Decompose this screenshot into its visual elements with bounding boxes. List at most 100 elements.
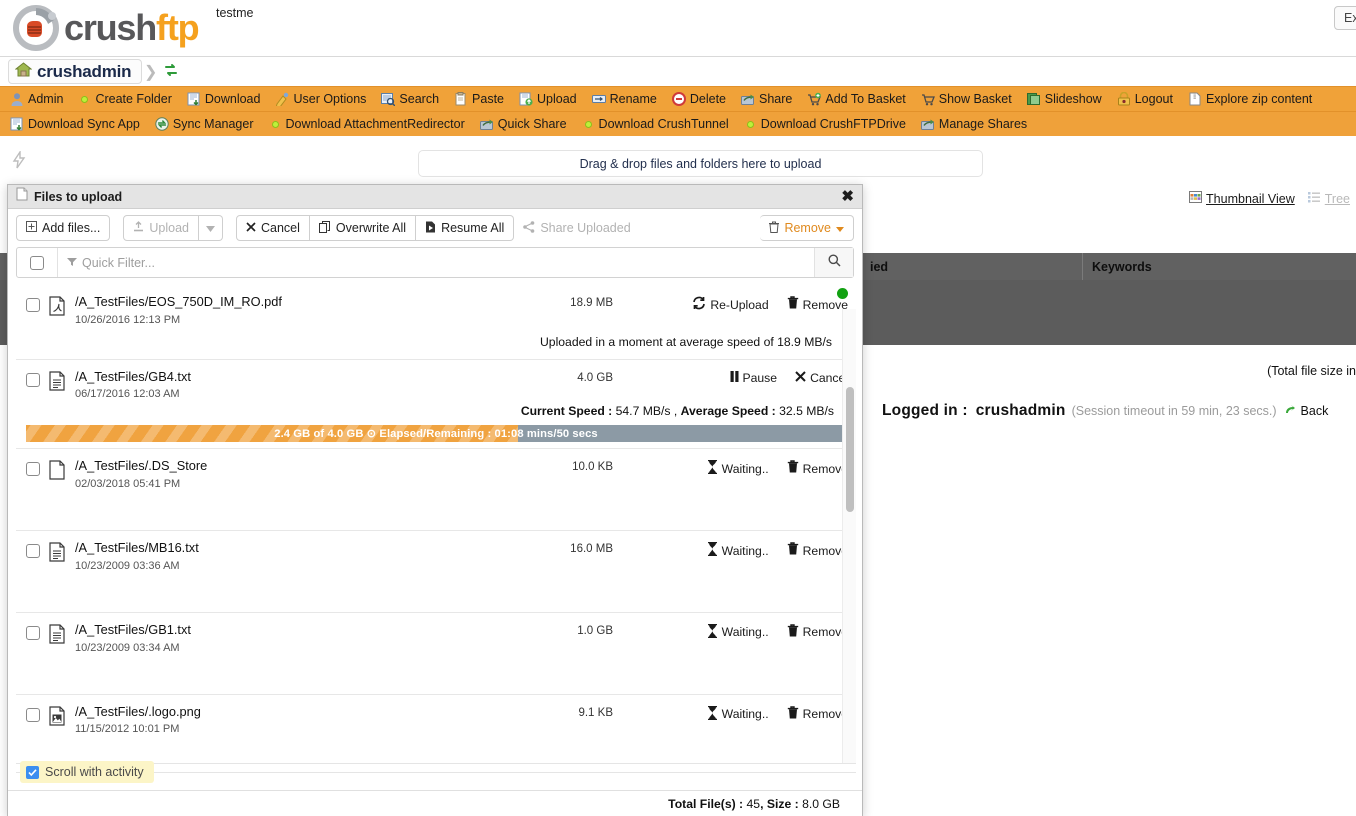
add-files-button[interactable]: Add files... bbox=[16, 215, 111, 241]
row-action-remove[interactable]: Remove bbox=[787, 542, 848, 559]
toolbar-item-quick-share[interactable]: Quick Share bbox=[479, 117, 567, 131]
upload-file-list[interactable]: /A_TestFiles/EOS_750D_IM_RO.pdf 10/26/201… bbox=[16, 285, 856, 764]
toolbar-item-rename[interactable]: Rename bbox=[591, 92, 657, 106]
toolbar-item-share[interactable]: Share bbox=[741, 92, 792, 106]
upload-row[interactable]: /A_TestFiles/MB16.txt 10/23/2009 03:36 AM… bbox=[16, 531, 856, 613]
show-basket-icon bbox=[921, 92, 935, 106]
toolbar-item-download-crushftpdrive[interactable]: Download CrushFTPDrive bbox=[744, 117, 906, 131]
crushftp-wordmark: crushftp bbox=[64, 10, 200, 46]
toolbar-item-label: Paste bbox=[472, 92, 504, 106]
upload-row[interactable]: /A_TestFiles/GB4.txt 06/17/2016 12:03 AM 4… bbox=[16, 359, 856, 450]
list-scrollbar[interactable] bbox=[842, 309, 856, 763]
grid-column-label: Keywords bbox=[1092, 259, 1152, 274]
breadcrumb-home[interactable]: crushadmin bbox=[8, 59, 143, 84]
refresh-icon[interactable] bbox=[163, 62, 179, 83]
toolbar-item-download[interactable]: Download bbox=[187, 92, 260, 106]
view-link-thumbnail-view[interactable]: Thumbnail View bbox=[1189, 191, 1295, 206]
toolbar-item-slideshow[interactable]: Slideshow bbox=[1026, 92, 1102, 106]
total-size-value: 8.0 GB bbox=[802, 796, 840, 811]
scrollbar-thumb[interactable] bbox=[846, 387, 854, 512]
row-checkbox[interactable] bbox=[16, 295, 49, 312]
toolbar-item-admin[interactable]: Admin bbox=[10, 92, 63, 106]
grid-column-label: ied bbox=[870, 259, 889, 274]
row-action-pause[interactable]: Pause bbox=[730, 370, 777, 385]
dialog-toolbar: Add files... Upload Cancel Overwrite All… bbox=[8, 209, 862, 247]
background-total-note: (Total file size in bbox=[1267, 364, 1356, 378]
upload-row[interactable]: /A_TestFiles/.DS_Store 02/03/2018 05:41 P… bbox=[16, 449, 856, 532]
toolbar-item-sync-manager[interactable]: Sync Manager bbox=[155, 117, 254, 131]
row-file-size: 1.0 GB bbox=[577, 624, 613, 637]
row-action-waiting-[interactable]: Waiting.. bbox=[707, 623, 769, 641]
overwrite-all-button[interactable]: Overwrite All bbox=[309, 215, 417, 241]
toolbar-item-label: Download Sync App bbox=[28, 117, 140, 131]
toolbar-item-download-attachmentredirector[interactable]: Download AttachmentRedirector bbox=[269, 117, 465, 131]
admin-icon bbox=[10, 92, 24, 106]
toolbar-item-download-sync-app[interactable]: Download Sync App bbox=[10, 117, 140, 131]
crushftp-logo[interactable]: crushftp bbox=[12, 4, 200, 52]
row-action-remove[interactable]: Remove bbox=[787, 296, 848, 313]
upload-button-group: Upload bbox=[123, 215, 223, 241]
refresh-icon bbox=[692, 296, 706, 313]
upload-dropdown-button[interactable] bbox=[199, 215, 223, 241]
toolbar-secondary: Download Sync App Sync Manager Download At… bbox=[0, 111, 1356, 136]
row-action-remove[interactable]: Remove bbox=[787, 460, 848, 477]
row-action-waiting-[interactable]: Waiting.. bbox=[707, 541, 769, 559]
drag-drop-zone[interactable]: Drag & drop files and folders here to up… bbox=[418, 150, 983, 177]
blank-file-icon bbox=[49, 459, 75, 485]
upload-button[interactable]: Upload bbox=[123, 215, 199, 241]
toolbar-item-logout[interactable]: Logout bbox=[1117, 91, 1173, 106]
row-checkbox[interactable] bbox=[16, 623, 49, 640]
row-action-waiting-[interactable]: Waiting.. bbox=[707, 705, 769, 723]
close-icon[interactable]: ✖ bbox=[841, 189, 854, 204]
row-action-label: Re-Upload bbox=[710, 297, 769, 312]
quick-filter-input[interactable]: Quick Filter... bbox=[58, 248, 814, 277]
filter-search-button[interactable] bbox=[814, 248, 853, 277]
row-action-remove[interactable]: Remove bbox=[787, 624, 848, 641]
share-uploaded-button[interactable]: Share Uploaded bbox=[514, 215, 640, 241]
grid-column-header[interactable]: ied bbox=[860, 253, 1082, 280]
remove-dropdown-button[interactable]: Remove bbox=[760, 215, 854, 241]
toolbar-item-upload[interactable]: Upload bbox=[519, 92, 577, 106]
current-speed-label: Current Speed : bbox=[520, 404, 613, 419]
back-label[interactable]: Back bbox=[1301, 404, 1329, 418]
row-checkbox[interactable] bbox=[16, 459, 49, 477]
toolbar-item-label: User Options bbox=[293, 92, 367, 106]
toolbar-item-user-options[interactable]: User Options bbox=[275, 92, 367, 109]
view-link-tree[interactable]: Tree bbox=[1307, 191, 1350, 206]
row-file-name: /A_TestFiles/GB1.txt bbox=[75, 621, 191, 637]
dot-icon bbox=[746, 120, 754, 128]
paste-icon bbox=[454, 92, 468, 106]
row-action-remove[interactable]: Remove bbox=[787, 705, 848, 723]
toolbar-item-search[interactable]: Search bbox=[381, 92, 439, 107]
add-files-label: Add files... bbox=[42, 221, 101, 235]
explore-button[interactable]: Ex bbox=[1334, 6, 1356, 30]
toolbar-item-paste[interactable]: Paste bbox=[454, 92, 504, 106]
cancel-button[interactable]: Cancel bbox=[236, 215, 310, 241]
row-checkbox[interactable] bbox=[16, 541, 49, 559]
upload-row[interactable]: /A_TestFiles/EOS_750D_IM_RO.pdf 10/26/201… bbox=[16, 285, 856, 360]
upload-row[interactable]: /A_TestFiles/.logo.png 11/15/2012 10:01 P… bbox=[16, 694, 856, 763]
resume-all-button[interactable]: Resume All bbox=[416, 215, 515, 241]
toolbar-item-manage-shares[interactable]: Manage Shares bbox=[920, 117, 1027, 131]
toolbar-item-download-crushtunnel[interactable]: Download CrushTunnel bbox=[582, 117, 729, 131]
toolbar-item-delete[interactable]: Delete bbox=[671, 92, 726, 106]
grid-column-header[interactable]: Keywords bbox=[1082, 253, 1356, 280]
toolbar-item-show-basket[interactable]: Show Basket bbox=[921, 92, 1012, 106]
row-file-name: /A_TestFiles/EOS_750D_IM_RO.pdf bbox=[75, 294, 282, 309]
scroll-with-activity-label: Scroll with activity bbox=[45, 765, 144, 779]
select-all-checkbox[interactable] bbox=[17, 248, 58, 277]
row-action-re-upload[interactable]: Re-Upload bbox=[692, 296, 769, 313]
hourglass-icon bbox=[707, 623, 718, 641]
upload-row[interactable]: /A_TestFiles/GB1.txt 10/23/2009 03:34 AM 1… bbox=[16, 612, 856, 695]
row-action-waiting-[interactable]: Waiting.. bbox=[707, 460, 769, 477]
row-file-size: 16.0 MB bbox=[570, 543, 613, 556]
pause-icon bbox=[730, 370, 739, 385]
row-action-cancel[interactable]: Cancel bbox=[795, 371, 848, 385]
toolbar-item-add-to-basket[interactable]: Add To Basket bbox=[807, 92, 906, 106]
row-checkbox[interactable] bbox=[16, 705, 49, 722]
back-icon bbox=[1283, 403, 1297, 420]
toolbar-item-explore-zip-content[interactable]: Explore zip content bbox=[1188, 92, 1312, 106]
row-checkbox[interactable] bbox=[16, 370, 49, 387]
toolbar-item-create-folder[interactable]: Create Folder bbox=[78, 92, 172, 106]
scroll-with-activity-toggle[interactable]: Scroll with activity bbox=[20, 761, 154, 783]
